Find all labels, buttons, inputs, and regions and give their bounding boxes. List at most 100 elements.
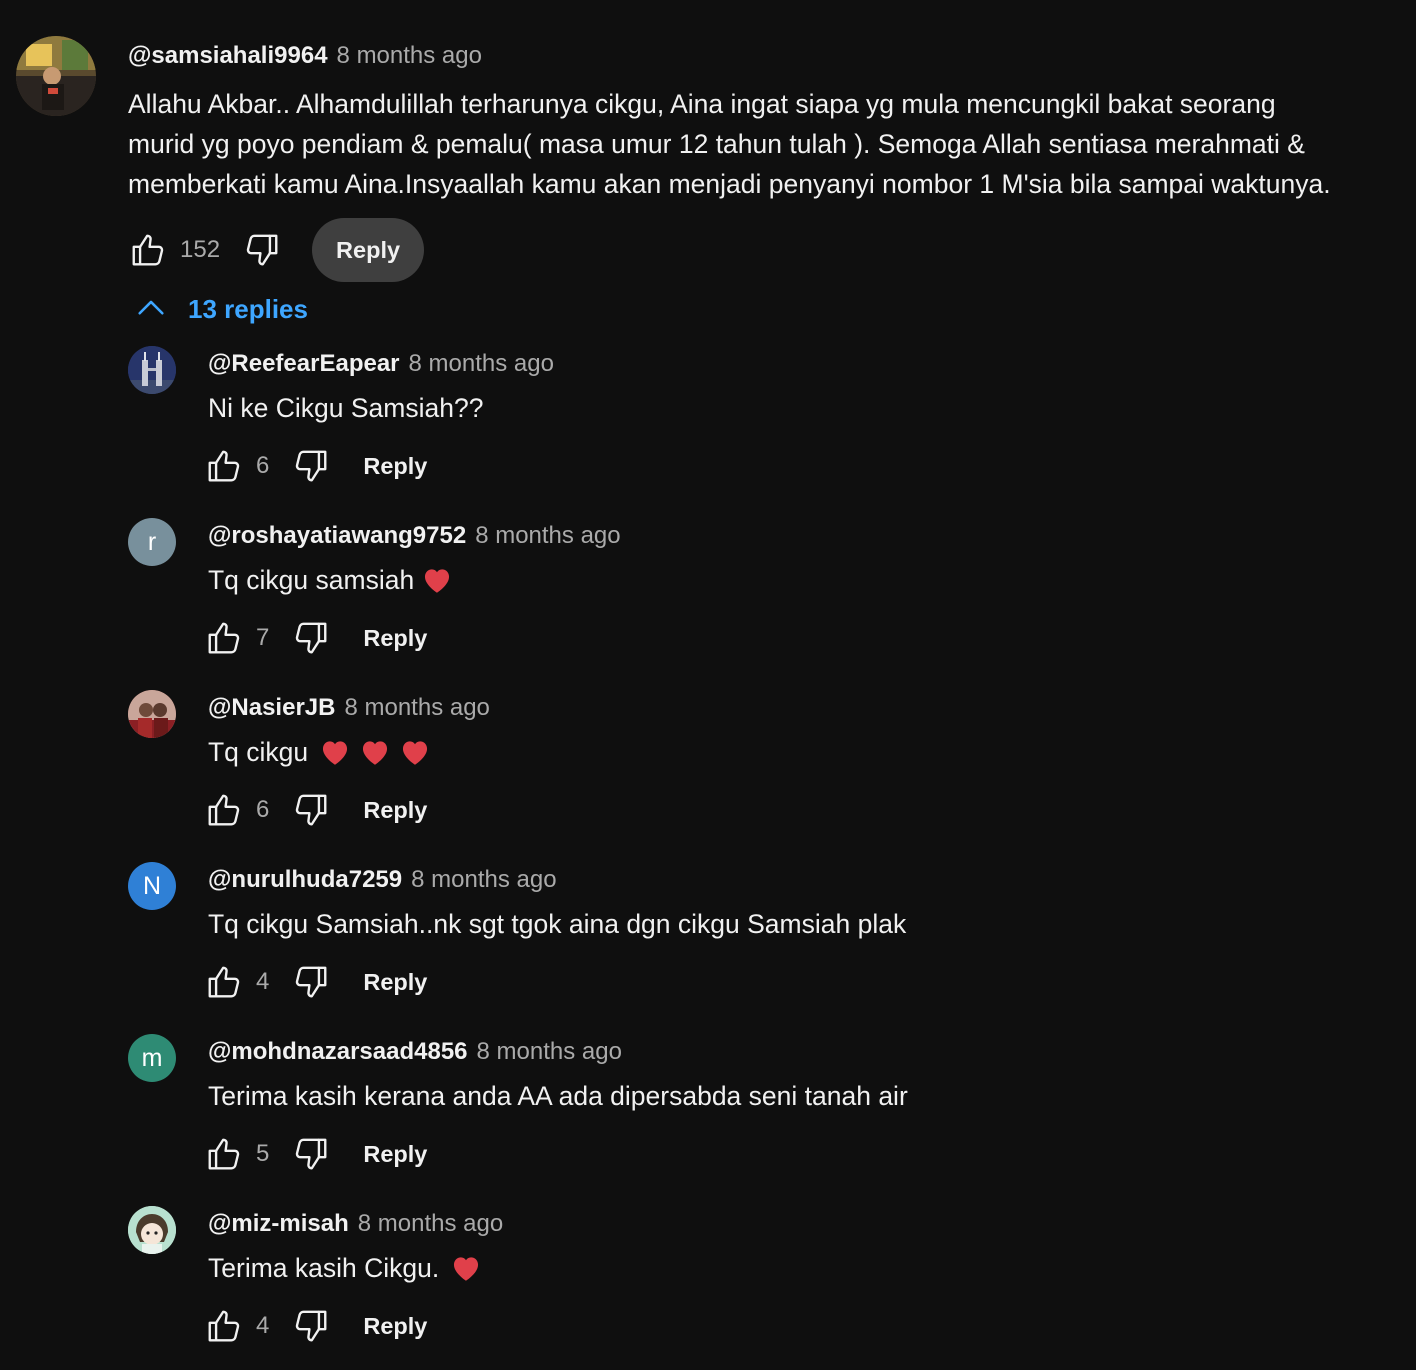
heart-icon [323,741,348,765]
avatar[interactable] [16,36,96,116]
dislike-button[interactable] [242,230,282,270]
reply-comment: @NasierJB 8 months ago Tq cikgu 6 Reply [128,688,1388,848]
avatar[interactable] [128,346,176,394]
heart-icon [425,569,450,593]
like-count: 4 [256,1312,270,1339]
comment-text-content: Terima kasih kerana anda AA ada dipersab… [208,1081,908,1111]
comment-timestamp[interactable]: 8 months ago [337,42,482,70]
comment-timestamp[interactable]: 8 months ago [344,694,489,722]
comment-actions: 6 Reply [204,446,1388,486]
comment-text: Tq cikgu [208,734,1388,770]
comment-text: Terima kasih Cikgu. [208,1250,1388,1286]
reply-comment: @ReefearEapear 8 months ago Ni ke Cikgu … [128,344,1388,504]
comment-author[interactable]: @miz-misah [208,1210,349,1238]
thumbs-up-icon [208,966,240,998]
reply-button[interactable]: Reply [363,625,427,652]
comment-text: Tq cikgu Samsiah..nk sgt tgok aina dgn c… [208,906,1388,942]
thumbs-down-icon [296,1310,327,1342]
like-count: 6 [256,452,270,479]
comment-text-content: Tq cikgu Samsiah..nk sgt tgok aina dgn c… [208,909,907,939]
comment-text-line: memberkati kamu Aina.Insyaallah kamu aka… [128,169,1331,199]
thumbs-down-icon [296,966,327,998]
comment-actions: 4 Reply [204,1306,1388,1346]
thumbs-up-icon [132,234,164,266]
comment-actions: 6 Reply [204,790,1388,830]
comment-text-line: murid yg poyo pendiam & pemalu( masa umu… [128,129,1305,159]
like-button[interactable] [204,962,244,1002]
comment-author[interactable]: @nurulhuda7259 [208,866,402,894]
comment-actions: 7 Reply [204,618,1388,658]
avatar[interactable]: m [128,1034,176,1082]
comment-author[interactable]: @NasierJB [208,694,335,722]
comment-timestamp[interactable]: 8 months ago [358,1210,503,1238]
thumbs-down-icon [296,1138,327,1170]
reply-button[interactable]: Reply [363,797,427,824]
comment-text-line: Allahu Akbar.. Alhamdulillah terharunya … [128,89,1276,119]
reply-button[interactable]: Reply [363,1141,427,1168]
dislike-button[interactable] [291,1134,331,1174]
comment-author[interactable]: @roshayatiawang9752 [208,522,466,550]
reply-button[interactable]: Reply [363,453,427,480]
like-button[interactable] [204,1134,244,1174]
heart-icon [403,741,428,765]
comment-author[interactable]: @ReefearEapear [208,350,400,378]
like-button[interactable] [204,790,244,830]
reply-comment: @miz-misah 8 months ago Terima kasih Cik… [128,1204,1388,1364]
like-count: 152 [180,236,221,263]
comment-text: Terima kasih kerana anda AA ada dipersab… [208,1078,1388,1114]
reply-button[interactable]: Reply [312,218,425,282]
avatar-letter: r [147,527,157,556]
thumbs-up-icon [208,794,240,826]
like-count: 4 [256,968,270,995]
comment-text-content: Terima kasih Cikgu. [208,1253,440,1283]
avatar[interactable] [128,1206,176,1254]
thumbs-up-icon [208,622,240,654]
like-count: 7 [256,624,270,651]
comment-text-content: Tq cikgu samsiah [208,565,415,595]
thumbs-up-icon [208,450,240,482]
comment-text: Allahu Akbar.. Alhamdulillah terharunya … [128,84,1408,204]
dislike-button[interactable] [291,962,331,1002]
dislike-button[interactable] [291,1306,331,1346]
dislike-button[interactable] [291,790,331,830]
comment-text-content: Tq cikgu [208,737,309,767]
thumbs-up-icon [208,1310,240,1342]
like-button[interactable] [204,618,244,658]
like-count: 6 [256,796,270,823]
avatar-letter: m [141,1043,163,1072]
like-button[interactable] [128,230,168,270]
comment-timestamp[interactable]: 8 months ago [409,350,554,378]
reply-comment: r @roshayatiawang9752 8 months ago Tq ci… [128,516,1388,676]
comment-text: Ni ke Cikgu Samsiah?? [208,390,1388,426]
chevron-up-icon [138,300,164,315]
dislike-button[interactable] [291,618,331,658]
thumbs-down-icon [296,794,327,826]
comment-timestamp[interactable]: 8 months ago [477,1038,622,1066]
thumbs-down-icon [296,622,327,654]
heart-icon [454,1257,479,1281]
reply-button[interactable]: Reply [363,1313,427,1340]
replies-count[interactable]: 13 replies [188,294,308,325]
heart-icon [363,741,388,765]
reply-comment: m @mohdnazarsaad4856 8 months ago Terima… [128,1032,1388,1192]
comment-text: Tq cikgu samsiah [208,562,1388,598]
dislike-button[interactable] [291,446,331,486]
comment-author[interactable]: @samsiahali9964 [128,42,328,70]
replies-toggle[interactable]: 13 replies [134,288,308,330]
comment-actions: 152 Reply [128,218,1408,282]
like-count: 5 [256,1140,270,1167]
avatar[interactable]: N [128,862,176,910]
like-button[interactable] [204,1306,244,1346]
thumbs-up-icon [208,1138,240,1170]
comment-thread: @samsiahali9964 8 months ago Allahu Akba… [0,0,1416,1370]
thumbs-down-icon [296,450,327,482]
comment-timestamp[interactable]: 8 months ago [411,866,556,894]
comment-timestamp[interactable]: 8 months ago [475,522,620,550]
reply-button[interactable]: Reply [363,969,427,996]
avatar[interactable]: r [128,518,176,566]
comment-author[interactable]: @mohdnazarsaad4856 [208,1038,468,1066]
reply-comment: N @nurulhuda7259 8 months ago Tq cikgu S… [128,860,1388,1020]
avatar-letter: N [142,871,162,900]
avatar[interactable] [128,690,176,738]
like-button[interactable] [204,446,244,486]
